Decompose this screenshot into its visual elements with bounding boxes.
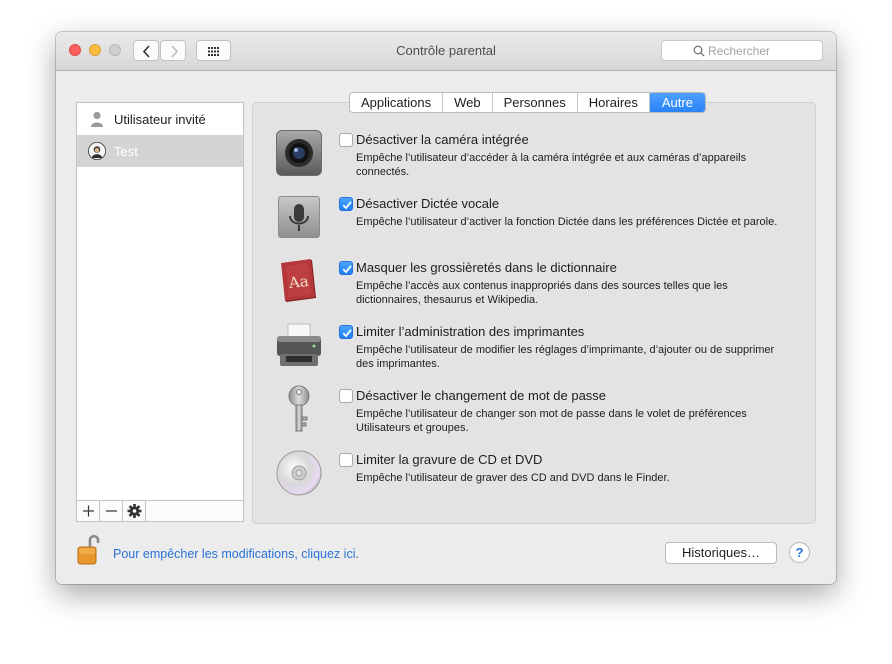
search-icon [693,45,705,57]
dictionary-icon: Aa [281,259,316,302]
option-title: Masquer les grossièretés dans le diction… [356,260,617,275]
option-title: Désactiver la caméra intégrée [356,132,529,147]
disable-dictation-checkbox[interactable] [339,197,353,211]
hide-profanity-checkbox[interactable] [339,261,353,275]
limit-disc-burning-checkbox[interactable] [339,453,353,467]
option-row-printers: Limiter l’administration des imprimantes… [274,320,814,380]
option-description: Empêche l’utilisateur d’activer la fonct… [356,216,778,228]
microphone-icon [278,196,320,238]
remove-icon [106,510,117,512]
title-bar: Contrôle parental [56,32,836,71]
tab-web[interactable]: Web [443,93,493,112]
option-title: Désactiver Dictée vocale [356,196,500,211]
option-row-disc-burning: Limiter la gravure de CD et DVD Empêche … [274,448,814,508]
checkmark-icon [342,201,352,210]
disable-password-change-checkbox[interactable] [339,389,353,403]
option-row-dictation: Désactiver Dictée vocale Empêche l’utili… [274,192,814,252]
option-description: Empêche l’utilisateur de modifier les ré… [356,344,775,370]
add-icon [83,505,94,517]
user-item-guest[interactable]: Utilisateur invité [77,103,243,135]
add-user-button[interactable] [77,501,100,521]
user-name: Test [114,144,138,159]
option-title: Limiter l’administration des imprimantes [356,324,585,339]
tab-applications[interactable]: Applications [350,93,444,112]
tab-personnes[interactable]: Personnes [493,93,578,112]
user-list-toolbar [77,500,243,521]
key-icon [288,385,310,432]
preferences-window: Contrôle parental Utilisateur invité [56,32,836,584]
option-description: Empêche l’utilisateur de graver des CD a… [356,472,670,484]
remove-user-button[interactable] [100,501,123,521]
history-button[interactable]: Historiques… [665,542,777,564]
option-description: Empêche l’accès aux contenus inapproprié… [356,280,728,306]
action-menu-button[interactable] [123,501,146,521]
tab-horaires[interactable]: Horaires [578,93,650,112]
tab-autre[interactable]: Autre [649,93,705,112]
gear-icon [127,504,142,518]
help-button[interactable]: ? [789,542,810,563]
user-avatar-icon [88,142,106,160]
option-description: Empêche l’utilisateur d’accéder à la cam… [356,152,747,178]
option-row-camera: Désactiver la caméra intégrée Empêche l’… [274,128,814,188]
guest-user-icon [91,111,103,127]
option-row-password: Désactiver le changement de mot de passe… [274,384,814,444]
camera-icon [276,130,322,176]
lock-hint-link[interactable]: Pour empêcher les modifications, cliquez… [113,547,359,561]
option-description: Empêche l’utilisateur de changer son mot… [356,408,747,434]
tab-bar: Applications Web Personnes Horaires Autr… [349,92,706,113]
option-title: Limiter la gravure de CD et DVD [356,452,543,467]
search-field[interactable] [661,40,823,61]
checkmark-icon [342,265,352,274]
user-list: Utilisateur invité Test [76,102,244,522]
printer-icon [277,323,321,366]
option-row-dictionary: Aa Masquer les grossièretés dans le dict… [274,256,814,316]
user-item-test[interactable]: Test [77,135,243,167]
search-input[interactable] [708,42,818,59]
svg-text:Aa: Aa [287,272,310,292]
option-title: Désactiver le changement de mot de passe [356,388,607,403]
unlocked-padlock-icon[interactable] [76,532,100,566]
limit-printers-checkbox[interactable] [339,325,353,339]
disc-icon [276,450,322,496]
disable-camera-checkbox[interactable] [339,133,353,147]
user-name: Utilisateur invité [114,112,206,127]
checkmark-icon [342,329,352,338]
